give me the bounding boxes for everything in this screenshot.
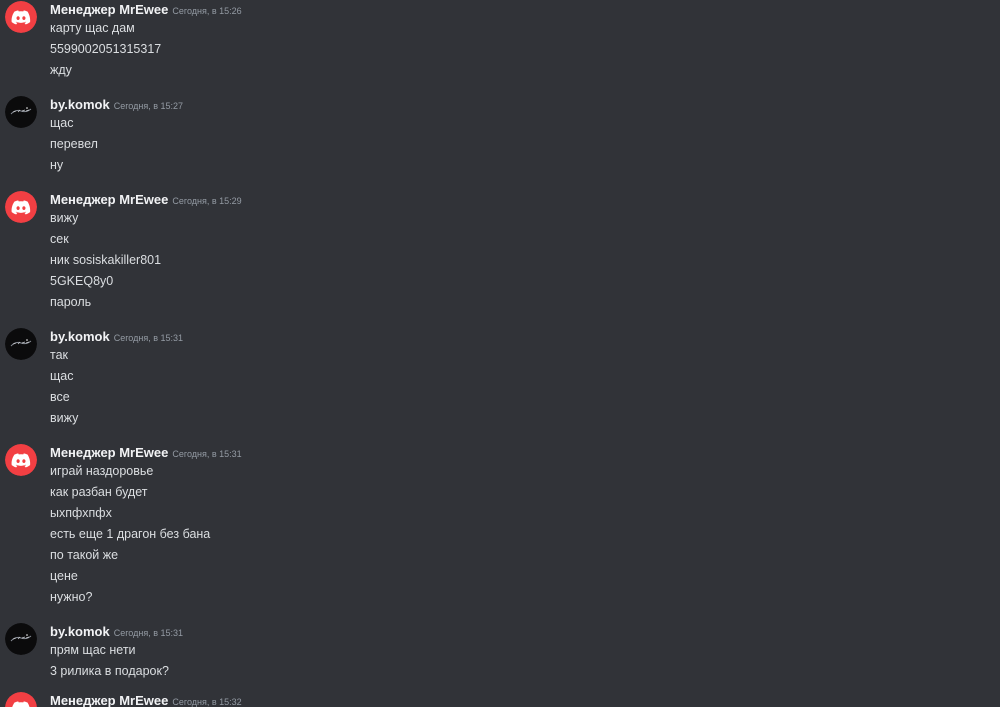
message-timestamp: Сегодня, в 15:31: [113, 333, 184, 343]
message-timestamp: Сегодня, в 15:31: [172, 449, 242, 459]
message-header: Менеджер MrEwee Сегодня, в 15:32: [50, 692, 242, 707]
author-name[interactable]: Менеджер MrEwee: [50, 445, 168, 460]
message-timestamp: Сегодня, в 15:29: [172, 196, 242, 206]
message-text: ну: [50, 158, 64, 172]
message-header: Менеджер MrEwee Сегодня, в 15:29: [50, 191, 242, 209]
message-text: все: [50, 390, 70, 404]
message-text: щас: [50, 369, 74, 383]
message-text: карту щас дам: [50, 21, 135, 35]
avatar[interactable]: [5, 328, 37, 360]
author-name[interactable]: by.komok: [50, 624, 110, 639]
message-header: Менеджер MrEwee Сегодня, в 15:26: [50, 1, 242, 19]
message-text: нужно?: [50, 590, 93, 604]
author-name[interactable]: Менеджер MrEwee: [50, 192, 168, 207]
discord-logo-icon: [5, 692, 37, 707]
avatar[interactable]: [5, 96, 37, 128]
discord-logo-icon: [5, 191, 37, 223]
discord-logo-icon: [5, 444, 37, 476]
message-text: ник sosiskakiller801: [50, 253, 162, 267]
avatar[interactable]: [5, 692, 37, 707]
message-text: щас: [50, 116, 74, 130]
author-name[interactable]: Менеджер MrEwee: [50, 2, 168, 17]
message-text: по такой же: [50, 548, 119, 562]
message-header: by.komok Сегодня, в 15:31: [50, 328, 183, 346]
chat-message-list[interactable]: Менеджер MrEwee Сегодня, в 15:26 карту щас…: [0, 0, 1000, 707]
message-header: by.komok Сегодня, в 15:27: [50, 96, 183, 114]
user-avatar-icon: [5, 623, 37, 655]
avatar[interactable]: [5, 191, 37, 223]
message-text: играй наздоровье: [50, 464, 154, 478]
message-text: так: [50, 348, 69, 362]
message-text: прям щас нети: [50, 643, 136, 657]
message-text: пароль: [50, 295, 92, 309]
message-text: 5GKEQ8y0: [50, 274, 114, 288]
message-timestamp: Сегодня, в 15:27: [113, 101, 184, 111]
message-text: есть еще 1 драгон без бана: [50, 527, 211, 541]
message-timestamp: Сегодня, в 15:31: [113, 628, 184, 638]
author-name[interactable]: Менеджер MrEwee: [50, 693, 168, 707]
user-avatar-icon: [5, 96, 37, 128]
message-header: Менеджер MrEwee Сегодня, в 15:31: [50, 444, 242, 462]
message-text: сек: [50, 232, 69, 246]
message-text: 5599002051315317: [50, 42, 162, 56]
message-timestamp: Сегодня, в 15:32: [172, 697, 242, 707]
avatar[interactable]: [5, 444, 37, 476]
message-text: 3 рилика в подарок?: [50, 664, 169, 678]
author-name[interactable]: by.komok: [50, 329, 110, 344]
message-text: перевел: [50, 137, 98, 151]
discord-logo-icon: [5, 1, 37, 33]
author-name[interactable]: by.komok: [50, 97, 110, 112]
message-text: цене: [50, 569, 78, 583]
avatar[interactable]: [5, 1, 37, 33]
message-timestamp: Сегодня, в 15:26: [172, 6, 242, 16]
avatar[interactable]: [5, 623, 37, 655]
message-text: вижу: [50, 211, 79, 225]
message-text: жду: [50, 63, 72, 77]
message-text: как разбан будет: [50, 485, 148, 499]
message-text: ыхпфхпфх: [50, 506, 112, 520]
message-header: by.komok Сегодня, в 15:31: [50, 623, 183, 641]
user-avatar-icon: [5, 328, 37, 360]
message-text: вижу: [50, 411, 79, 425]
